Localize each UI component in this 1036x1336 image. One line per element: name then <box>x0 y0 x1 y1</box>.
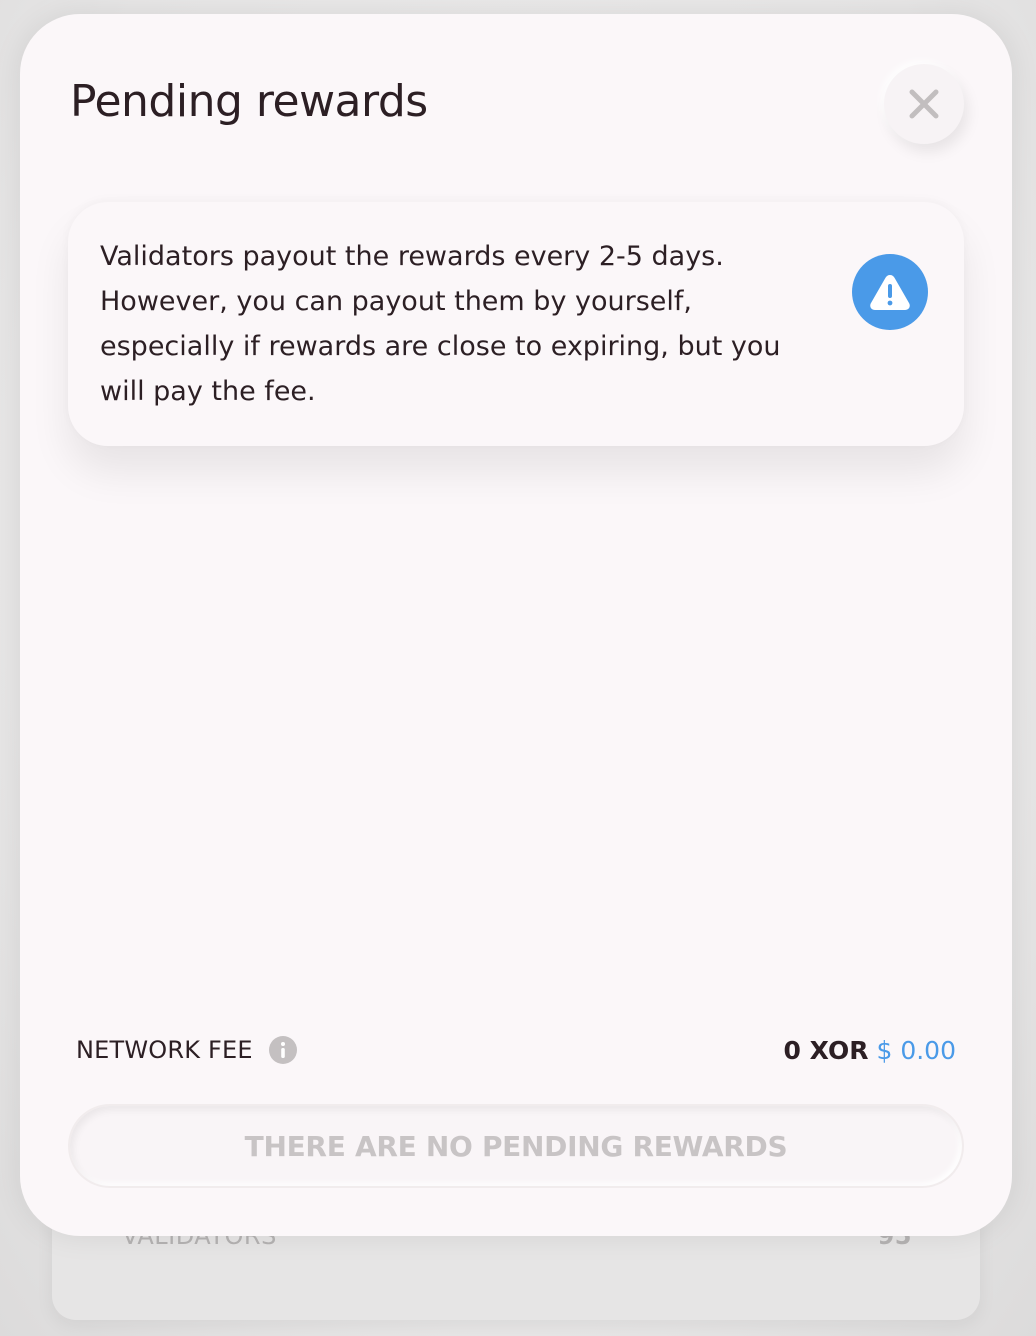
network-fee-label-group: NETWORK FEE <box>76 1036 297 1064</box>
network-fee-values: 0 XOR $ 0.00 <box>783 1036 956 1065</box>
warning-icon-circle <box>852 254 928 330</box>
dialog-title: Pending rewards <box>70 76 428 127</box>
warning-triangle-icon <box>870 275 910 310</box>
info-card: Validators payout the rewards every 2-5 … <box>68 202 964 446</box>
info-icon[interactable] <box>268 1036 297 1064</box>
warning-icon <box>850 252 930 332</box>
network-fee-row: NETWORK FEE 0 XOR $ 0.00 <box>76 1030 956 1070</box>
network-fee-amount: 0 XOR <box>783 1035 869 1065</box>
network-fee-fiat: $ 0.00 <box>876 1035 956 1065</box>
close-button[interactable] <box>884 64 964 144</box>
pending-rewards-dialog: Pending rewards Validators payout the re… <box>20 14 1012 1236</box>
info-text: Validators payout the rewards every 2-5 … <box>100 241 781 407</box>
info-glyph <box>280 1042 285 1058</box>
no-pending-rewards-button[interactable]: THERE ARE NO PENDING REWARDS <box>68 1104 964 1188</box>
submit-button-label: THERE ARE NO PENDING REWARDS <box>244 1129 788 1163</box>
network-fee-label: NETWORK FEE <box>76 1036 253 1064</box>
close-icon <box>909 89 939 119</box>
